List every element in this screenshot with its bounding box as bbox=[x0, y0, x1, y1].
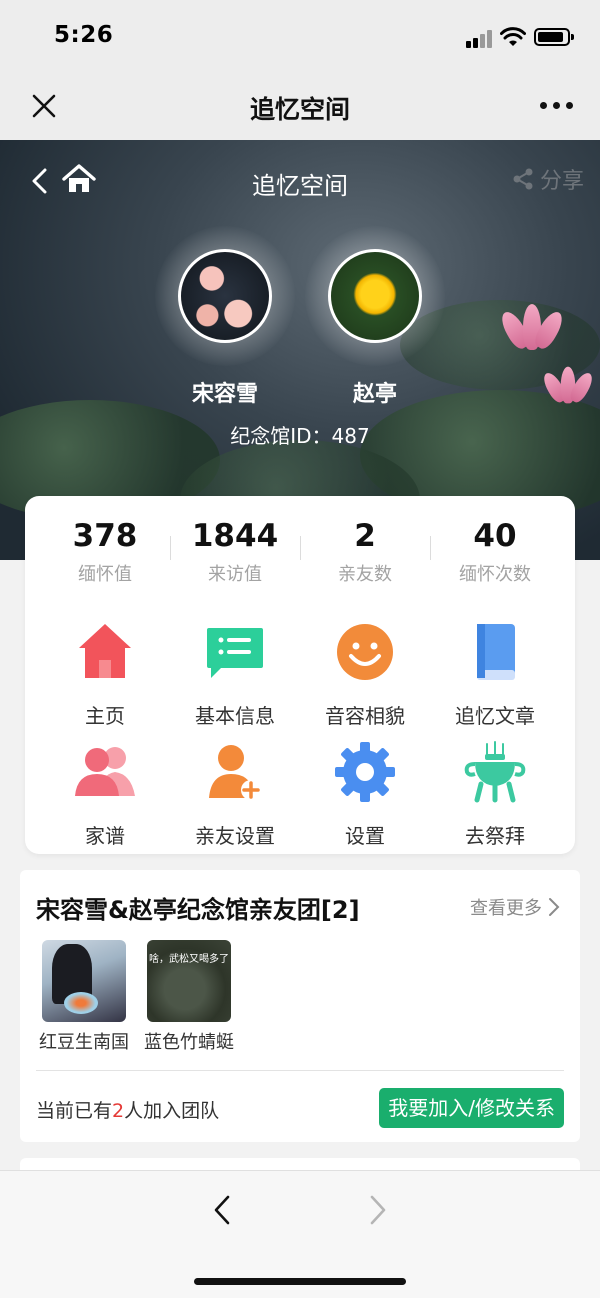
battery-icon bbox=[534, 28, 574, 46]
member-count-text: 当前已有2人加入团队 bbox=[36, 1096, 219, 1123]
menu-home[interactable]: 主页 bbox=[40, 620, 170, 729]
avatar-person2[interactable] bbox=[328, 249, 422, 343]
status-time: 5:26 bbox=[54, 22, 114, 48]
member-count: 2 bbox=[112, 1100, 125, 1122]
avatar-caption: 啥，武松又喝多了 bbox=[149, 954, 229, 965]
menu-articles[interactable]: 追忆文章 bbox=[430, 620, 560, 729]
friend-member[interactable]: 啥，武松又喝多了 蓝色竹蜻蜓 bbox=[139, 940, 239, 1054]
avatar-person1[interactable] bbox=[178, 249, 272, 343]
incense-burner-icon bbox=[464, 741, 526, 803]
status-bar: 5:26 bbox=[0, 0, 600, 76]
lotus-flower bbox=[540, 366, 596, 405]
stat-value: 2 bbox=[354, 518, 376, 554]
stat-label: 缅怀次数 bbox=[459, 564, 531, 585]
add-friend-icon bbox=[209, 745, 261, 800]
friends-group-card: 宋容雪&赵亭纪念馆亲友团[2] 查看更多 红豆生南国 啥，武松又喝多了 蓝色竹蜻… bbox=[20, 870, 580, 1142]
friend-avatar: 啥，武松又喝多了 bbox=[147, 940, 231, 1022]
share-label: 分享 bbox=[539, 169, 584, 194]
share-icon bbox=[513, 168, 533, 190]
join-group-button[interactable]: 我要加入/修改关系 bbox=[379, 1088, 564, 1128]
home-icon bbox=[79, 624, 131, 678]
view-more-link[interactable]: 查看更多 bbox=[470, 894, 560, 920]
share-button[interactable]: 分享 bbox=[512, 164, 584, 194]
forward-arrow-icon[interactable] bbox=[366, 1193, 390, 1227]
stats-menu-card: 378 缅怀值 1844 来访值 2 亲友数 40 缅怀次数 主页 基本信息 音… bbox=[25, 496, 575, 854]
menu-worship[interactable]: 去祭拜 bbox=[430, 740, 560, 849]
count-prefix: 当前已有 bbox=[36, 1100, 113, 1122]
avatar-ring bbox=[155, 226, 295, 366]
wifi-icon bbox=[500, 27, 526, 46]
menu-appearance[interactable]: 音容相貌 bbox=[300, 620, 430, 729]
friend-name: 红豆生南国 bbox=[39, 1032, 129, 1053]
lotus-flower bbox=[497, 304, 567, 352]
hero-title: 追忆空间 bbox=[252, 172, 348, 200]
view-more-label: 查看更多 bbox=[470, 898, 542, 919]
memorial-hall-id: 纪念馆ID：487 bbox=[230, 424, 370, 448]
friend-member[interactable]: 红豆生南国 bbox=[34, 940, 134, 1054]
more-options-icon[interactable] bbox=[540, 102, 574, 112]
menu-label: 追忆文章 bbox=[455, 704, 535, 728]
menu-friend-settings[interactable]: 亲友设置 bbox=[170, 740, 300, 849]
stat-label: 来访值 bbox=[208, 564, 262, 585]
gear-icon bbox=[335, 742, 395, 802]
person1-name: 宋容雪 bbox=[191, 382, 258, 407]
menu-label: 亲友设置 bbox=[195, 824, 275, 848]
chevron-right-icon bbox=[549, 898, 560, 916]
count-suffix: 人加入团队 bbox=[124, 1100, 220, 1122]
menu-label: 主页 bbox=[85, 704, 125, 728]
friend-name: 蓝色竹蜻蜓 bbox=[144, 1032, 234, 1053]
book-icon bbox=[477, 624, 515, 680]
browser-nav-bar: 追忆空间 bbox=[0, 76, 600, 140]
avatar-ring bbox=[305, 226, 445, 366]
home-indicator bbox=[194, 1278, 406, 1285]
stat-visits: 1844 来访值 bbox=[170, 518, 300, 586]
stat-friends: 2 亲友数 bbox=[300, 518, 430, 586]
nav-title: 追忆空间 bbox=[249, 95, 350, 124]
menu-settings[interactable]: 设置 bbox=[300, 740, 430, 849]
menu-label: 家谱 bbox=[85, 824, 125, 848]
menu-label: 音容相貌 bbox=[325, 704, 405, 728]
back-arrow-icon[interactable] bbox=[210, 1193, 234, 1227]
stat-label: 缅怀值 bbox=[78, 564, 132, 585]
menu-family-tree[interactable]: 家谱 bbox=[40, 740, 170, 849]
browser-bottom-bar bbox=[0, 1170, 600, 1298]
stat-remembrance: 378 缅怀值 bbox=[40, 518, 170, 586]
stat-label: 亲友数 bbox=[338, 564, 392, 585]
person2-name: 赵亭 bbox=[352, 382, 397, 407]
divider bbox=[36, 1070, 564, 1071]
stat-value: 1844 bbox=[191, 518, 279, 554]
stat-remembrance-count: 40 缅怀次数 bbox=[430, 518, 560, 586]
family-icon bbox=[75, 747, 135, 796]
menu-label: 去祭拜 bbox=[465, 824, 525, 848]
friends-group-title: 宋容雪&赵亭纪念馆亲友团[2] bbox=[36, 896, 360, 924]
menu-basic-info[interactable]: 基本信息 bbox=[170, 620, 300, 729]
stat-value: 40 bbox=[473, 518, 517, 554]
info-list-icon bbox=[207, 628, 263, 678]
menu-label: 设置 bbox=[345, 824, 385, 848]
menu-label: 基本信息 bbox=[195, 704, 275, 728]
cellular-signal-icon bbox=[466, 30, 494, 48]
smile-face-icon bbox=[337, 624, 393, 680]
stat-value: 378 bbox=[72, 518, 138, 554]
friend-avatar bbox=[42, 940, 126, 1022]
